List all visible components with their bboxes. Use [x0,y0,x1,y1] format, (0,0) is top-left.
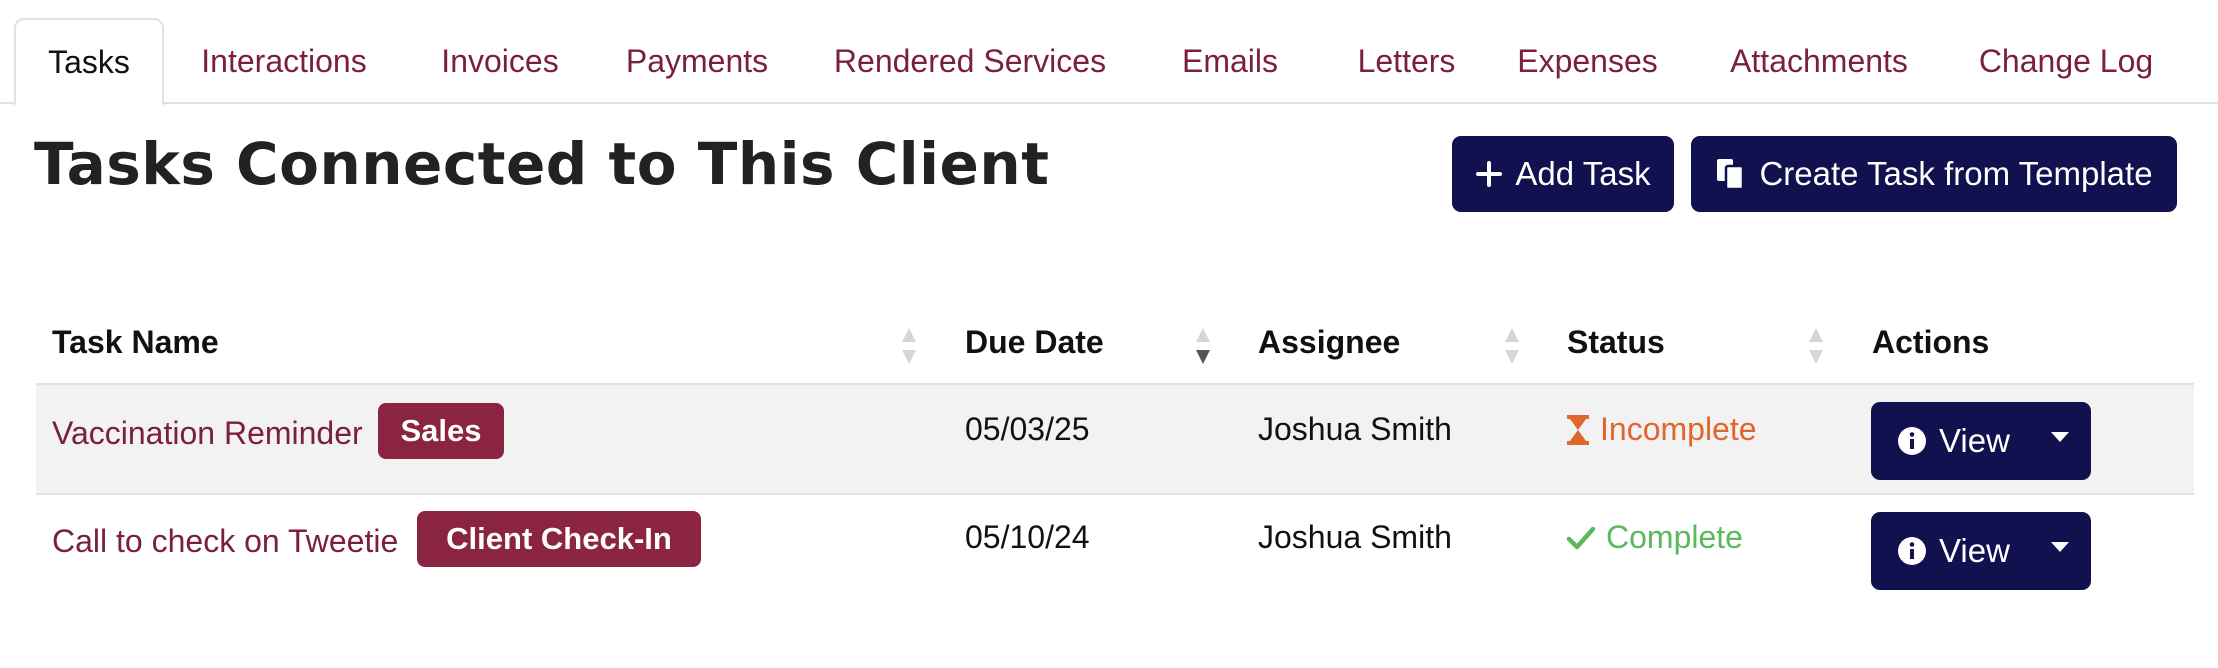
view-button[interactable]: View [1871,512,2010,590]
status-label: Complete [1606,519,1743,555]
due-date: 05/03/25 [965,411,1090,447]
column-header-task-name[interactable]: Task Name [52,324,219,361]
due-date: 05/10/24 [965,519,1090,555]
view-dropdown-button[interactable]: View [1871,512,2091,590]
tab-emails[interactable]: Emails [1160,18,1300,104]
sort-icon[interactable] [900,326,918,366]
task-tag-badge[interactable]: Sales [378,403,504,459]
check-icon [1566,524,1596,552]
hourglass-icon [1566,414,1590,446]
assignee: Joshua Smith [1258,519,1452,555]
view-label: View [1939,422,2010,459]
copy-icon [1715,157,1747,191]
plus-icon [1475,160,1503,188]
status-badge: Incomplete [1566,411,1757,448]
view-label: View [1939,532,2010,569]
sort-icon[interactable] [1807,326,1825,366]
status-label: Incomplete [1600,411,1757,447]
create-task-from-template-label: Create Task from Template [1759,155,2153,192]
add-task-button[interactable]: Add Task [1452,136,1674,212]
task-tag-badge[interactable]: Client Check-In [417,511,701,567]
column-header-status[interactable]: Status [1567,324,1665,361]
tab-payments[interactable]: Payments [612,18,782,104]
task-name-link[interactable]: Call to check on Tweetie [52,523,398,560]
status-badge: Complete [1566,519,1743,556]
view-dropdown-button[interactable]: View [1871,402,2091,480]
column-header-assignee[interactable]: Assignee [1258,324,1400,361]
tab-invoices[interactable]: Invoices [425,18,575,104]
view-button[interactable]: View [1871,402,2010,480]
create-task-from-template-button[interactable]: Create Task from Template [1691,136,2177,212]
info-icon [1897,536,1927,566]
tab-attachments[interactable]: Attachments [1712,18,1926,104]
info-icon [1897,426,1927,456]
table-row: Vaccination Reminder Sales 05/03/25 Josh… [36,383,2194,495]
add-task-label: Add Task [1515,155,1651,192]
chevron-down-icon[interactable] [2051,432,2069,442]
tab-tasks[interactable]: Tasks [14,18,164,106]
task-name-link[interactable]: Vaccination Reminder [52,415,363,452]
tab-expenses[interactable]: Expenses [1505,18,1670,104]
tab-interactions[interactable]: Interactions [180,18,388,104]
tab-bar: Tasks Interactions Invoices Payments Ren… [0,18,2218,106]
tab-change-log[interactable]: Change Log [1968,18,2164,104]
chevron-down-icon[interactable] [2051,542,2069,552]
tab-letters[interactable]: Letters [1334,18,1479,104]
sort-icon[interactable] [1503,326,1521,366]
table-row: Call to check on Tweetie Client Check-In… [36,495,2194,607]
column-header-actions: Actions [1872,324,1990,360]
tab-rendered-services[interactable]: Rendered Services [820,18,1120,104]
assignee: Joshua Smith [1258,411,1452,447]
sort-desc-icon[interactable] [1194,326,1212,366]
page-title: Tasks Connected to This Client [34,130,1050,198]
column-header-due-date[interactable]: Due Date [965,324,1104,361]
